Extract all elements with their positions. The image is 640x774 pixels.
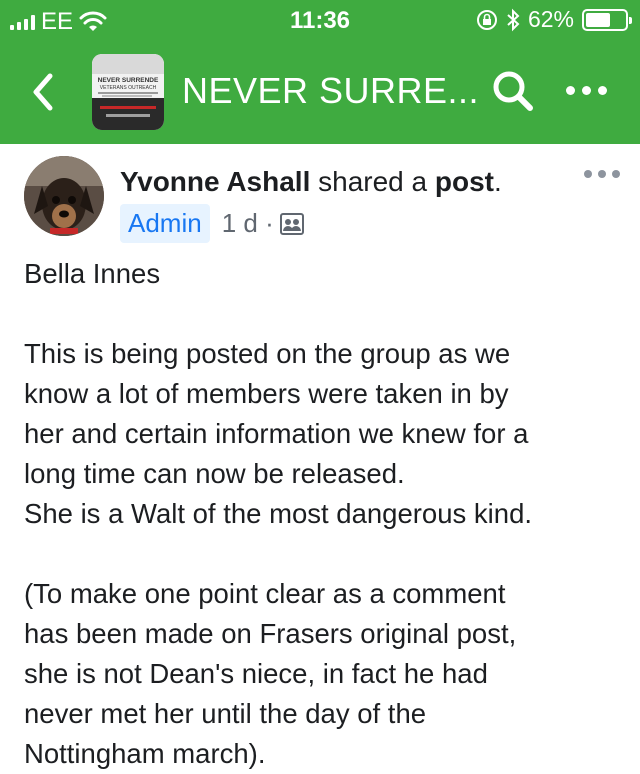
group-title[interactable]: NEVER SURRE... xyxy=(182,70,479,112)
post-line: her and certain information we knew for … xyxy=(24,418,529,449)
post-line: never met her until the day of the xyxy=(24,698,427,729)
shared-verb: shared a xyxy=(310,166,435,197)
orientation-lock-icon xyxy=(476,9,497,30)
post-time[interactable]: 1 d · xyxy=(222,208,274,239)
post-line: she is not Dean's niece, in fact he had xyxy=(24,658,488,689)
battery-icon xyxy=(582,8,632,31)
post-line: She is a Walt of the most dangerous kind… xyxy=(24,498,532,529)
status-right: 62% xyxy=(476,6,632,33)
post-line: has been made on Frasers original post, xyxy=(24,618,517,649)
avatar[interactable] xyxy=(24,156,104,236)
status-bar: EE 11:36 62% xyxy=(0,0,640,40)
group-thumbnail[interactable]: NEVER SURRENDE VETERANS OUTREACH xyxy=(92,54,164,130)
author-name[interactable]: Yvonne Ashall xyxy=(120,166,310,197)
thumb-line-1: NEVER SURRENDE xyxy=(98,77,159,84)
group-privacy-icon xyxy=(279,212,304,235)
more-dots-icon[interactable] xyxy=(566,80,618,100)
post-paragraph: Bella Innes xyxy=(24,258,161,289)
search-icon[interactable] xyxy=(490,68,536,114)
post-line: know a lot of members were taken in by xyxy=(24,378,509,409)
thumb-line-2: VETERANS OUTREACH xyxy=(100,85,157,91)
post-line: This is being posted on the group as we xyxy=(24,338,511,369)
post-body: Bella Innes This is being posted on the … xyxy=(24,254,624,774)
back-chevron-icon[interactable] xyxy=(28,70,62,114)
post-line: Nottingham march). xyxy=(24,738,266,769)
post-line: long time can now be released. xyxy=(24,458,405,489)
post-line: (To make one point clear as a comment xyxy=(24,578,506,609)
battery-percent: 62% xyxy=(527,6,574,32)
avatar-dog-image xyxy=(24,156,104,236)
post-more-dots-icon[interactable] xyxy=(584,170,620,178)
shared-suffix: . xyxy=(494,166,502,197)
group-header: NEVER SURRENDE VETERANS OUTREACH NEVER S… xyxy=(0,40,640,144)
group-thumbnail-image: NEVER SURRENDE VETERANS OUTREACH xyxy=(92,54,164,130)
battery-fill xyxy=(586,12,610,27)
post-meta: Admin 1 d · xyxy=(120,204,304,243)
post-header: Yvonne Ashall shared a post. xyxy=(120,166,502,198)
post-card: Yvonne Ashall shared a post. Admin 1 d ·… xyxy=(0,144,640,772)
shared-post-link[interactable]: post xyxy=(435,166,494,197)
admin-badge: Admin xyxy=(120,204,210,243)
bluetooth-icon xyxy=(507,8,520,31)
